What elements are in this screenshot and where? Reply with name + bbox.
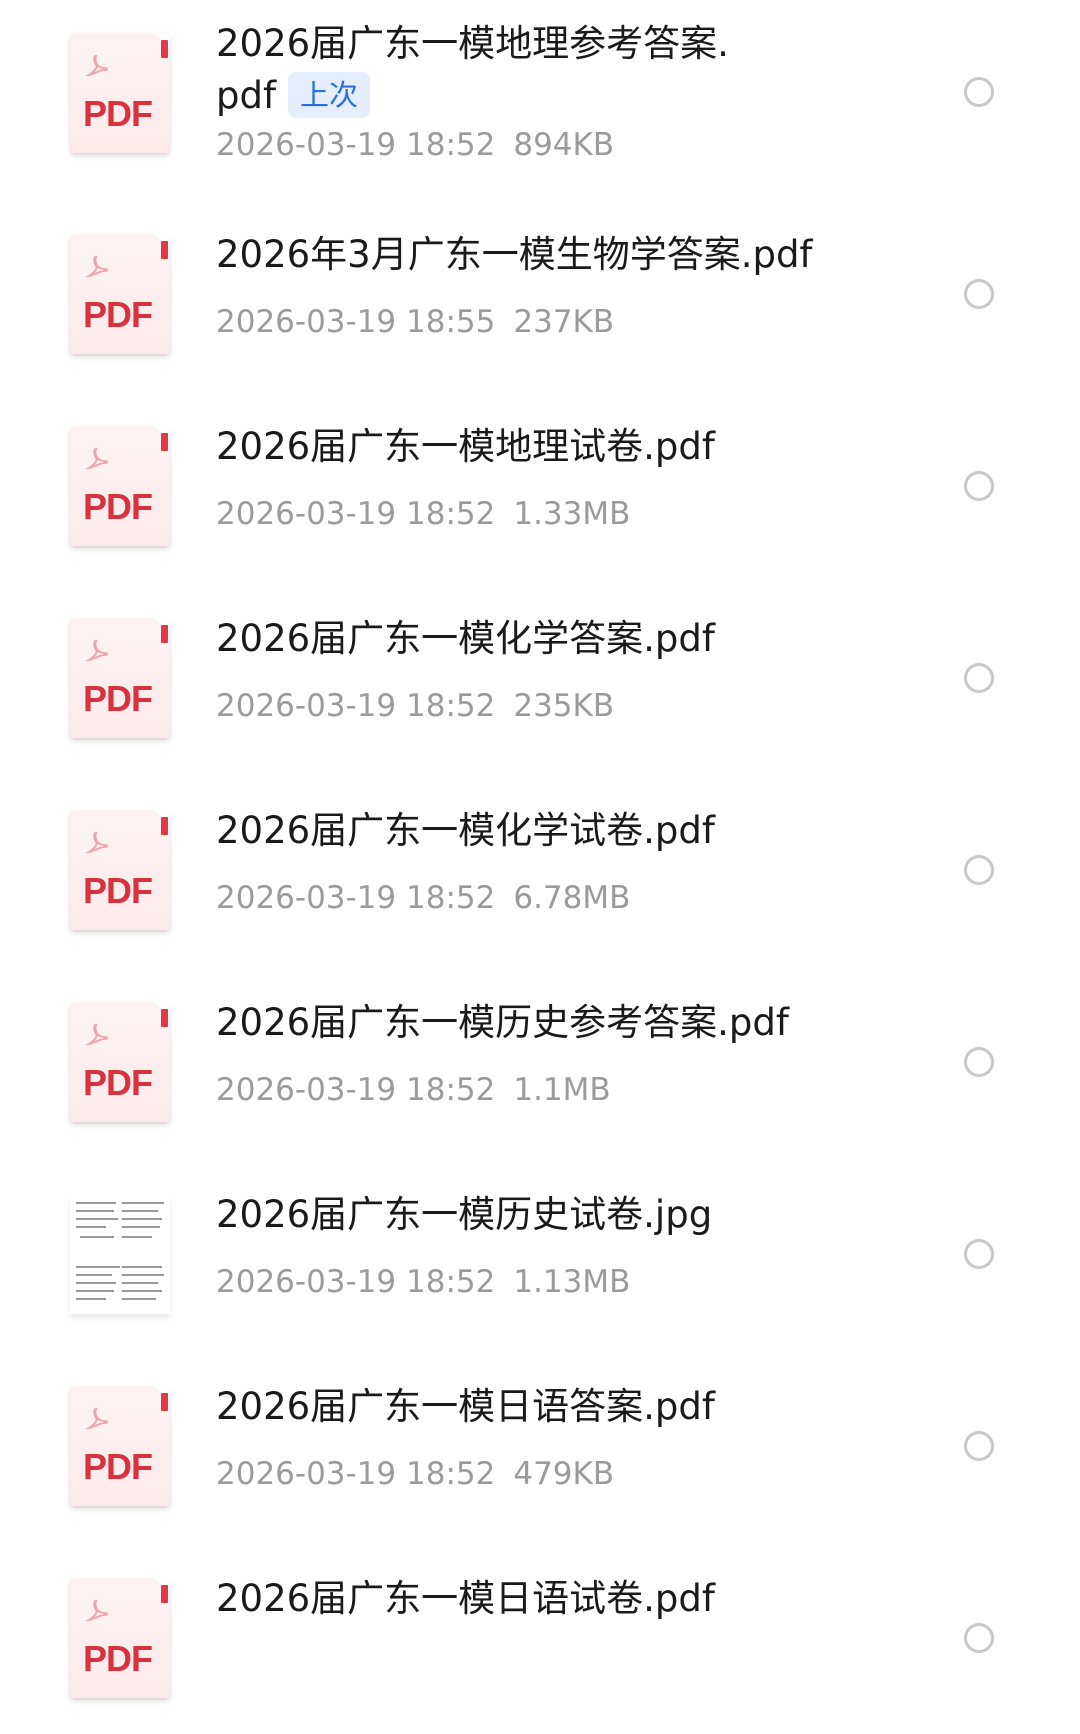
- file-name-continuation: pdf 上次: [216, 70, 371, 122]
- select-checkbox[interactable]: [964, 279, 994, 309]
- pdf-type-label: PDF: [83, 1446, 153, 1487]
- select-checkbox[interactable]: [964, 1239, 994, 1269]
- acrobat-icon: [85, 54, 109, 77]
- file-date: 2026-03-19 18:52: [216, 1264, 496, 1300]
- pdf-file-icon: PDF: [70, 810, 170, 930]
- pdf-file-icon: PDF: [70, 33, 170, 153]
- file-date: 2026-03-19 18:52: [216, 127, 496, 163]
- select-checkbox[interactable]: [964, 77, 994, 107]
- file-date: 2026-03-19 18:52: [216, 1072, 496, 1108]
- acrobat-icon: [85, 831, 109, 854]
- file-size: 237KB: [513, 304, 615, 340]
- file-row[interactable]: PDF 2026届广东一模地理试卷.pdf 2026-03-19 18:52 1.…: [0, 392, 1080, 582]
- pdf-type-label: PDF: [83, 1638, 153, 1679]
- file-meta: 2026-03-19 18:52 1.13MB: [216, 1262, 630, 1302]
- file-size: 894KB: [513, 127, 615, 163]
- pdf-type-label: PDF: [83, 1062, 153, 1103]
- select-checkbox[interactable]: [964, 663, 994, 693]
- file-name: 2026届广东一模历史参考答案.pdf: [216, 1001, 789, 1044]
- image-thumbnail-icon: [70, 1194, 170, 1314]
- pdf-type-label: PDF: [83, 678, 153, 719]
- file-row[interactable]: PDF 2026届广东一模地理参考答案. pdf 上次 2026-03-19 18…: [0, 0, 1080, 190]
- file-name: 2026届广东一模地理试卷.pdf: [216, 425, 715, 468]
- select-checkbox[interactable]: [964, 1047, 994, 1077]
- file-name: 2026届广东一模日语答案.pdf: [216, 1385, 715, 1428]
- acrobat-icon: [85, 1599, 109, 1622]
- file-size: 6.78MB: [513, 880, 631, 916]
- file-meta: 2026-03-19 18:55 237KB: [216, 302, 614, 342]
- file-name: 2026届广东一模化学答案.pdf: [216, 617, 715, 660]
- file-date: 2026-03-19 18:52: [216, 496, 496, 532]
- acrobat-icon: [85, 1023, 109, 1046]
- pdf-file-icon: PDF: [70, 1386, 170, 1506]
- acrobat-icon: [85, 1407, 109, 1430]
- file-row[interactable]: PDF 2026届广东一模日语试卷.pdf: [0, 1544, 1080, 1734]
- select-checkbox[interactable]: [964, 471, 994, 501]
- file-date: 2026-03-19 18:52: [216, 880, 496, 916]
- select-checkbox[interactable]: [964, 1431, 994, 1461]
- pdf-file-icon: PDF: [70, 426, 170, 546]
- file-name: 2026年3月广东一模生物学答案.pdf: [216, 233, 813, 276]
- file-row[interactable]: 2026届广东一模历史试卷.jpg 2026-03-19 18:52 1.13MB: [0, 1160, 1080, 1350]
- file-meta: 2026-03-19 18:52 235KB: [216, 686, 614, 726]
- pdf-file-icon: PDF: [70, 234, 170, 354]
- file-size: 1.13MB: [513, 1264, 631, 1300]
- last-opened-badge: 上次: [288, 72, 371, 118]
- select-checkbox[interactable]: [964, 855, 994, 885]
- file-name: 2026届广东一模日语试卷.pdf: [216, 1577, 715, 1620]
- file-meta: 2026-03-19 18:52 1.1MB: [216, 1070, 611, 1110]
- file-name: 2026届广东一模历史试卷.jpg: [216, 1193, 713, 1236]
- file-extension: pdf: [216, 74, 276, 117]
- file-row[interactable]: PDF 2026年3月广东一模生物学答案.pdf 2026-03-19 18:5…: [0, 200, 1080, 390]
- select-checkbox[interactable]: [964, 1623, 994, 1653]
- acrobat-icon: [85, 447, 109, 470]
- file-size: 479KB: [513, 1456, 615, 1492]
- pdf-file-icon: PDF: [70, 1002, 170, 1122]
- file-row[interactable]: PDF 2026届广东一模化学答案.pdf 2026-03-19 18:52 23…: [0, 584, 1080, 774]
- file-date: 2026-03-19 18:52: [216, 1456, 496, 1492]
- file-date: 2026-03-19 18:55: [216, 304, 496, 340]
- pdf-type-label: PDF: [83, 870, 153, 911]
- file-meta: 2026-03-19 18:52 1.33MB: [216, 494, 630, 534]
- pdf-file-icon: PDF: [70, 1578, 170, 1698]
- file-meta: 2026-03-19 18:52 6.78MB: [216, 878, 630, 918]
- file-row[interactable]: PDF 2026届广东一模历史参考答案.pdf 2026-03-19 18:52…: [0, 968, 1080, 1158]
- acrobat-icon: [85, 255, 109, 278]
- file-size: 1.1MB: [513, 1072, 611, 1108]
- file-meta: 2026-03-19 18:52 894KB: [216, 125, 614, 165]
- file-date: 2026-03-19 18:52: [216, 688, 496, 724]
- file-size: 1.33MB: [513, 496, 631, 532]
- pdf-type-label: PDF: [83, 294, 153, 335]
- pdf-file-icon: PDF: [70, 618, 170, 738]
- pdf-type-label: PDF: [83, 486, 153, 527]
- pdf-type-label: PDF: [83, 93, 153, 134]
- file-name: 2026届广东一模地理参考答案.: [216, 22, 729, 65]
- file-size: 235KB: [513, 688, 615, 724]
- file-meta: 2026-03-19 18:52 479KB: [216, 1454, 614, 1494]
- file-name: 2026届广东一模化学试卷.pdf: [216, 809, 715, 852]
- acrobat-icon: [85, 639, 109, 662]
- file-row[interactable]: PDF 2026届广东一模日语答案.pdf 2026-03-19 18:52 47…: [0, 1352, 1080, 1542]
- file-row[interactable]: PDF 2026届广东一模化学试卷.pdf 2026-03-19 18:52 6.…: [0, 776, 1080, 966]
